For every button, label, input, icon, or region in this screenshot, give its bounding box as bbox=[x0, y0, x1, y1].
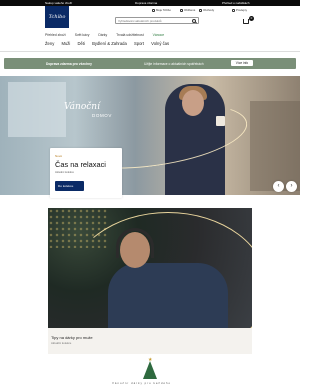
hero-card-title: Čas na relaxaci bbox=[55, 160, 106, 169]
promo-banner: Doprava zdarma pro všechny Užijte inform… bbox=[4, 58, 296, 69]
hero-card-button[interactable]: Do kolekce bbox=[55, 181, 84, 191]
search-input[interactable] bbox=[118, 18, 190, 24]
hero-card: Nové Čas na relaxaci Aktuální kolekce Do… bbox=[50, 148, 122, 198]
hero-script-subtitle: DOMOV bbox=[92, 113, 113, 118]
header-divider bbox=[0, 51, 300, 52]
user-icon bbox=[152, 8, 155, 12]
category-home-garden[interactable]: Bydlení & Zahrada bbox=[92, 41, 127, 46]
logo-text: Tchibo bbox=[48, 14, 66, 20]
box-icon bbox=[199, 8, 202, 12]
hero-shelf-bg bbox=[250, 101, 300, 191]
nav-item-coffee[interactable]: Svět kávy bbox=[75, 33, 90, 37]
feature-image bbox=[48, 208, 252, 328]
feature-subtitle: Aktuální kolekce bbox=[51, 341, 72, 345]
christmas-tree-icon bbox=[143, 361, 157, 379]
bottom-tagline: Vánoční dárky pro každého bbox=[112, 381, 172, 385]
carousel-prev-button[interactable]: ‹ bbox=[273, 181, 284, 192]
feature-card-men-gifts[interactable]: Tipy na dárky pro muže Aktuální kolekce bbox=[48, 208, 252, 354]
util-stores[interactable]: Prodejny bbox=[232, 8, 247, 12]
category-nav: Ženy Muži Děti Bydlení & Zahrada Sport V… bbox=[45, 41, 175, 46]
carousel-next-button[interactable]: › bbox=[286, 181, 297, 192]
heart-icon bbox=[180, 8, 183, 12]
nav-item-sustainability[interactable]: Trvalá udržitelnost bbox=[116, 33, 144, 37]
nav-item-gifts[interactable]: Dárky bbox=[98, 33, 107, 37]
promo-text-info: Užijte informace o aktuálních spotřebách bbox=[144, 61, 204, 66]
util-orders[interactable]: Obchody bbox=[199, 8, 214, 12]
util-my-tchibo[interactable]: Moje Tchibo bbox=[152, 8, 171, 12]
hero-window-bg bbox=[8, 82, 66, 137]
location-icon bbox=[232, 8, 235, 12]
cart-icon[interactable] bbox=[243, 19, 249, 24]
hero-script-title: Vánoční bbox=[64, 102, 100, 112]
search-icon[interactable] bbox=[192, 19, 196, 24]
promo-more-info-button[interactable]: Více info bbox=[231, 60, 253, 66]
search-box bbox=[115, 17, 199, 24]
nav-item-christmas[interactable]: Vánoce bbox=[153, 33, 165, 37]
category-women[interactable]: Ženy bbox=[45, 41, 54, 46]
topbar-left-link[interactable]: Nakup vašeho zboží bbox=[45, 1, 72, 5]
primary-nav: Přehled zboží Svět kávy Dárky Trvalá udr… bbox=[45, 33, 172, 37]
hero-card-subtitle: Aktuální kolekce bbox=[55, 171, 74, 174]
topbar-center-text: Doprava zdarma bbox=[135, 1, 158, 6]
nav-item-products[interactable]: Přehled zboží bbox=[45, 33, 66, 37]
hero-card-eyebrow: Nové bbox=[55, 154, 63, 158]
category-leisure[interactable]: Volný čas bbox=[151, 41, 169, 46]
cart-count-badge: 0 bbox=[249, 16, 254, 21]
feature-title: Tipy na dárky pro muže bbox=[51, 335, 93, 340]
category-men[interactable]: Muži bbox=[61, 41, 70, 46]
topbar-right-link[interactable]: Přehled o nabídkách bbox=[222, 1, 250, 5]
category-sport[interactable]: Sport bbox=[134, 41, 144, 46]
category-kids[interactable]: Děti bbox=[78, 41, 85, 46]
util-favorites[interactable]: Oblíbené bbox=[180, 8, 195, 12]
tchibo-logo[interactable]: Tchibo bbox=[45, 6, 69, 28]
hero-banner[interactable]: Vánoční DOMOV bbox=[0, 76, 300, 195]
promo-text-shipping: Doprava zdarma pro všechny bbox=[46, 61, 92, 66]
